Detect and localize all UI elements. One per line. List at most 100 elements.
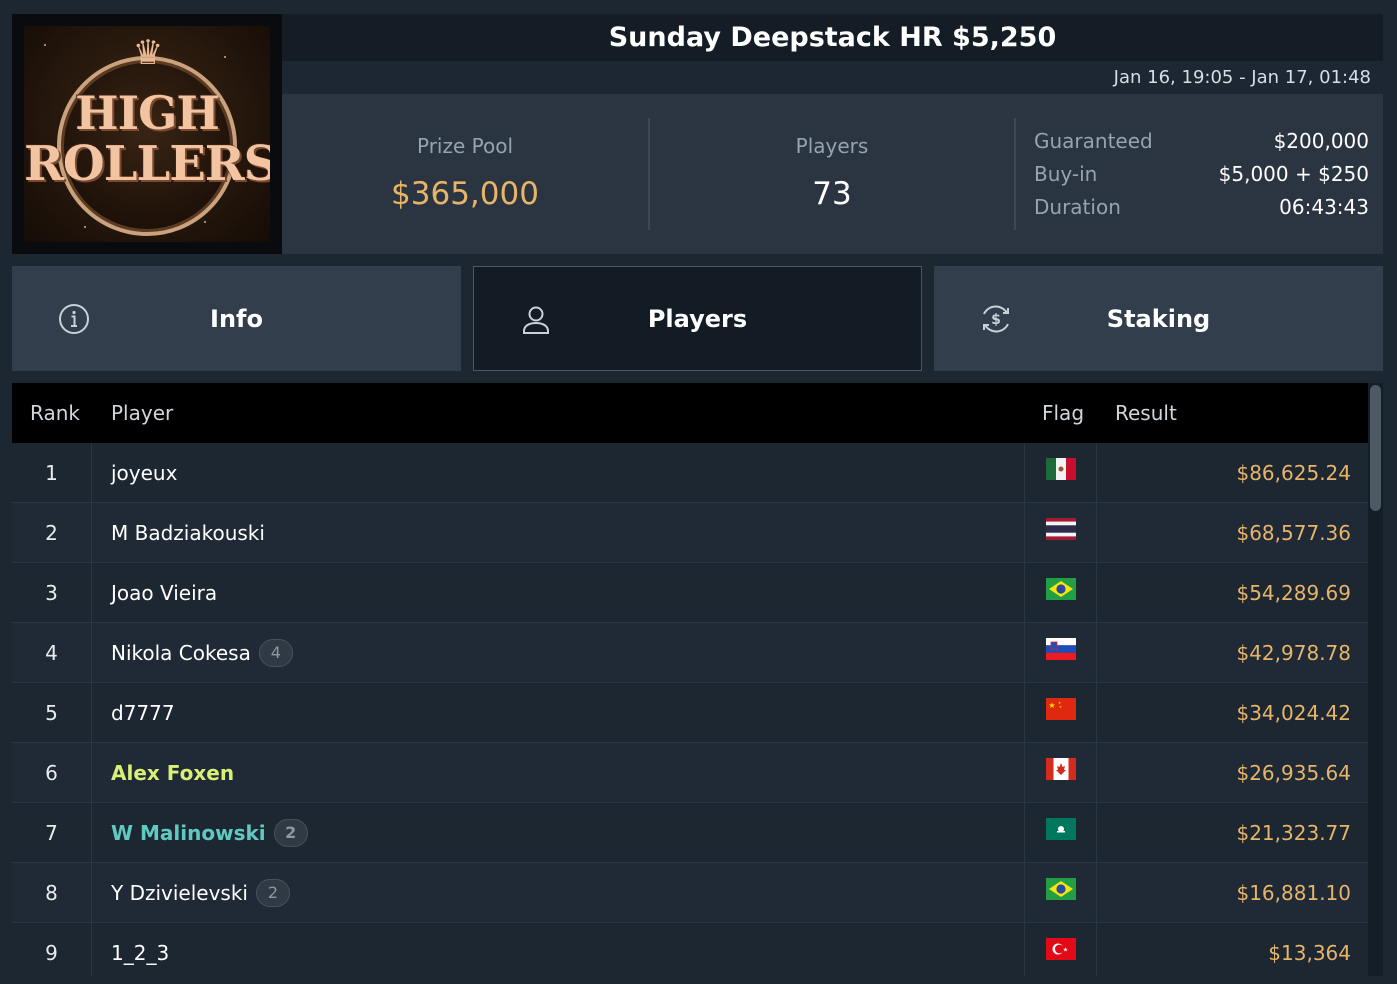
player-name[interactable]: d7777 bbox=[111, 701, 175, 725]
table-scrollbar[interactable] bbox=[1368, 383, 1383, 976]
player-cell[interactable]: Alex Foxen bbox=[111, 743, 234, 802]
prize-pool-value: $365,000 bbox=[391, 176, 539, 212]
player-cell[interactable]: Nikola Cokesa 4 bbox=[111, 623, 293, 682]
brazil-flag-icon bbox=[1045, 878, 1076, 900]
flag-cell: ★ bbox=[1024, 923, 1097, 976]
player-header[interactable]: Player bbox=[111, 401, 173, 425]
player-name[interactable]: M Badziakouski bbox=[111, 521, 265, 545]
player-name[interactable]: Y Dzivielevski bbox=[111, 881, 248, 905]
turkey-flag-icon: ★ bbox=[1045, 938, 1076, 960]
rank-cell: 5 bbox=[12, 683, 92, 742]
player-name[interactable]: joyeux bbox=[111, 461, 177, 485]
player-name[interactable]: Nikola Cokesa bbox=[111, 641, 251, 665]
player-name[interactable]: Alex Foxen bbox=[111, 761, 234, 785]
china-flag-icon: ★ ★ ★ bbox=[1045, 698, 1076, 720]
table-row[interactable]: 7 W Malinowski 2 $21,323.77 bbox=[12, 803, 1368, 863]
table-row[interactable]: 1 joyeux $86,625.24 bbox=[12, 443, 1368, 503]
player-name[interactable]: Joao Vieira bbox=[111, 581, 217, 605]
tournament-details: Guaranteed $200,000 Buy-in $5,000 + $250… bbox=[1034, 124, 1369, 223]
rank-cell: 9 bbox=[12, 923, 92, 976]
crown-icon: ♛ bbox=[132, 33, 164, 73]
rank-cell: 6 bbox=[12, 743, 92, 802]
table-row[interactable]: 2 M Badziakouski $68,577.36 bbox=[12, 503, 1368, 563]
player-cell[interactable]: joyeux bbox=[111, 443, 177, 502]
flag-cell: ★ ★ ★ bbox=[1024, 683, 1097, 742]
prize-pool-stat: Prize Pool $365,000 bbox=[282, 94, 648, 254]
entries-badge: 4 bbox=[258, 638, 293, 667]
result-cell: $54,289.69 bbox=[1236, 580, 1351, 605]
macau-flag-icon bbox=[1045, 818, 1076, 840]
result-cell: $34,024.42 bbox=[1236, 700, 1351, 725]
rank-cell: 3 bbox=[12, 563, 92, 622]
svg-text:★: ★ bbox=[1062, 947, 1067, 954]
result-cell: $13,364 bbox=[1268, 940, 1351, 965]
tab-info[interactable]: Info bbox=[12, 266, 461, 371]
entries-badge: 2 bbox=[273, 818, 308, 847]
detail-guaranteed: Guaranteed $200,000 bbox=[1034, 128, 1369, 153]
flag-cell bbox=[1024, 443, 1097, 502]
table-row[interactable]: 4 Nikola Cokesa 4 $42,978.78 bbox=[12, 623, 1368, 683]
player-cell[interactable]: d7777 bbox=[111, 683, 175, 742]
rank-cell: 4 bbox=[12, 623, 92, 682]
tab-players[interactable]: Players bbox=[473, 266, 922, 371]
result-header[interactable]: Result bbox=[1115, 401, 1177, 425]
tournament-title: Sunday Deepstack HR $5,250 bbox=[608, 22, 1057, 53]
title-bar: Sunday Deepstack HR $5,250 bbox=[282, 14, 1383, 61]
player-cell[interactable]: W Malinowski 2 bbox=[111, 803, 308, 862]
slovenia-flag-icon bbox=[1045, 638, 1076, 660]
mexico-flag-icon bbox=[1045, 458, 1076, 480]
table-header: Rank Player Flag Result bbox=[12, 383, 1368, 443]
high-rollers-logo: ♛ HIGH ROLLERS bbox=[12, 14, 282, 254]
tournament-dates: Jan 16, 19:05 - Jan 17, 01:48 bbox=[282, 61, 1383, 94]
rank-cell: 2 bbox=[12, 503, 92, 562]
tab-staking[interactable]: $ Staking bbox=[934, 266, 1383, 371]
result-cell: $26,935.64 bbox=[1236, 760, 1351, 785]
table-row[interactable]: 6 Alex Foxen $26,935.64 bbox=[12, 743, 1368, 803]
player-cell[interactable]: 1_2_3 bbox=[111, 923, 169, 976]
detail-buy-in: Buy-in $5,000 + $250 bbox=[1034, 161, 1369, 186]
brazil-flag-icon bbox=[1045, 578, 1076, 600]
flag-cell bbox=[1024, 863, 1097, 922]
table-row[interactable]: 8 Y Dzivielevski 2 $16,881.10 bbox=[12, 863, 1368, 923]
result-cell: $86,625.24 bbox=[1236, 460, 1351, 485]
detail-duration: Duration 06:43:43 bbox=[1034, 194, 1369, 219]
svg-text:★: ★ bbox=[1059, 705, 1062, 709]
tournament-header: ♛ HIGH ROLLERS Sunday Deepstack HR $5,25… bbox=[12, 14, 1383, 254]
flag-cell bbox=[1024, 743, 1097, 802]
rank-cell: 7 bbox=[12, 803, 92, 862]
player-name[interactable]: 1_2_3 bbox=[111, 941, 169, 965]
svg-text:★: ★ bbox=[1048, 701, 1055, 710]
tournament-stats: Prize Pool $365,000 Players 73 Guarantee… bbox=[282, 94, 1383, 254]
flag-cell bbox=[1024, 803, 1097, 862]
players-value: 73 bbox=[812, 176, 852, 212]
player-cell[interactable]: M Badziakouski bbox=[111, 503, 265, 562]
info-icon bbox=[59, 304, 89, 334]
result-cell: $21,323.77 bbox=[1236, 820, 1351, 845]
result-cell: $68,577.36 bbox=[1236, 520, 1351, 545]
flag-header[interactable]: Flag bbox=[1042, 401, 1084, 425]
players-label: Players bbox=[795, 134, 869, 158]
players-stat: Players 73 bbox=[649, 94, 1015, 254]
player-cell[interactable]: Joao Vieira bbox=[111, 563, 217, 622]
scrollbar-thumb[interactable] bbox=[1370, 385, 1381, 511]
table-row[interactable]: 9 1_2_3 ★ $13,364 bbox=[12, 923, 1368, 976]
flag-cell bbox=[1024, 503, 1097, 562]
prize-pool-label: Prize Pool bbox=[416, 134, 514, 158]
entries-badge: 2 bbox=[255, 878, 290, 907]
thailand-flag-icon bbox=[1045, 518, 1076, 540]
table-row[interactable]: 5 d7777 ★ ★ ★ $34,024.42 bbox=[12, 683, 1368, 743]
rank-header[interactable]: Rank bbox=[30, 401, 80, 425]
players-table: Rank Player Flag Result 1 joyeux $86,625.2… bbox=[12, 383, 1368, 976]
table-row[interactable]: 3 Joao Vieira $54,289.69 bbox=[12, 563, 1368, 623]
player-cell[interactable]: Y Dzivielevski 2 bbox=[111, 863, 290, 922]
rank-cell: 1 bbox=[12, 443, 92, 502]
flag-cell bbox=[1024, 623, 1097, 682]
result-cell: $42,978.78 bbox=[1236, 640, 1351, 665]
svg-text:$: $ bbox=[991, 312, 1001, 328]
table-body: 1 joyeux $86,625.24 2 M Badziakouski $68,577.… bbox=[12, 443, 1368, 976]
dollar-refresh-icon: $ bbox=[983, 305, 1009, 333]
rank-cell: 8 bbox=[12, 863, 92, 922]
player-name[interactable]: W Malinowski bbox=[111, 821, 266, 845]
canada-flag-icon bbox=[1045, 758, 1076, 780]
user-icon bbox=[523, 306, 549, 334]
